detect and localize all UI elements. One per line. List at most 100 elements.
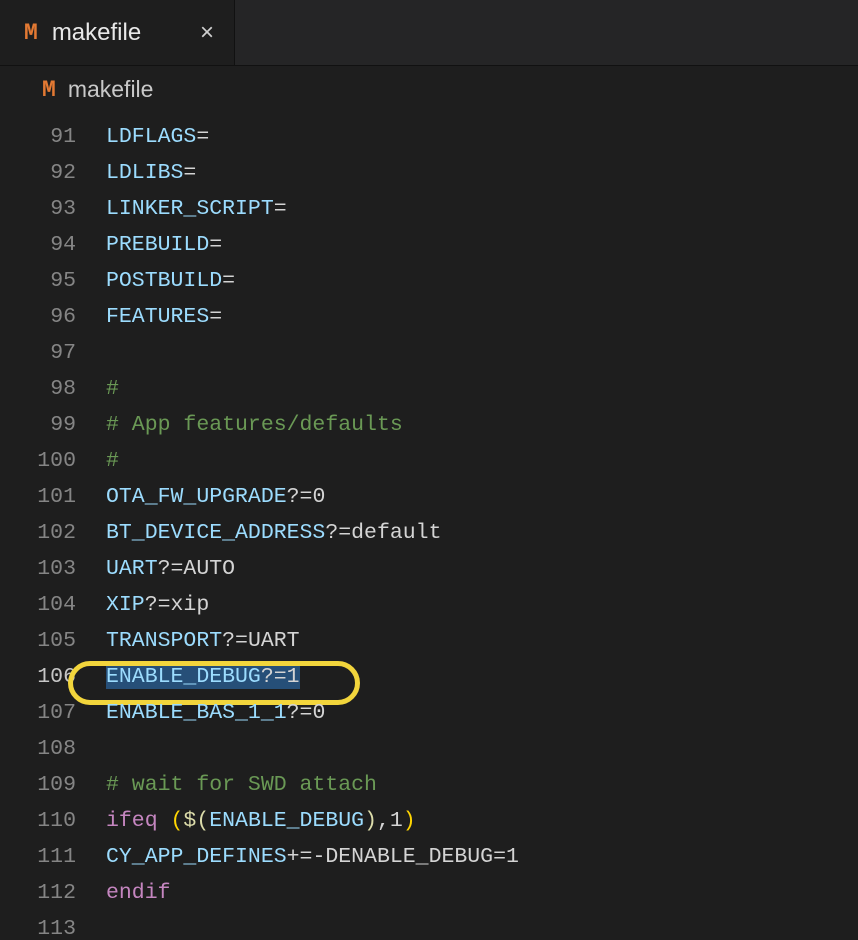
code-content[interactable]: ifeq ($(ENABLE_DEBUG),1): [106, 809, 416, 833]
token: CY_APP_DEFINES: [106, 845, 287, 869]
code-line[interactable]: 94PREBUILD=: [0, 227, 858, 263]
code-content[interactable]: BT_DEVICE_ADDRESS?=default: [106, 521, 441, 545]
token: endif: [106, 881, 171, 905]
code-content[interactable]: endif: [106, 881, 171, 905]
token: =: [209, 233, 222, 257]
code-line[interactable]: 100#: [0, 443, 858, 479]
makefile-icon: M: [42, 77, 56, 103]
code-line[interactable]: 101OTA_FW_UPGRADE?=0: [0, 479, 858, 515]
line-number: 97: [0, 341, 106, 365]
token: +=-DENABLE_DEBUG=1: [287, 845, 519, 869]
token: ?=: [145, 593, 171, 617]
code-content[interactable]: #: [106, 449, 119, 473]
line-number: 105: [0, 629, 106, 653]
code-line[interactable]: 113: [0, 911, 858, 940]
token: ENABLE_DEBUG: [209, 809, 364, 833]
code-content[interactable]: LINKER_SCRIPT=: [106, 197, 287, 221]
line-number: 102: [0, 521, 106, 545]
code-content[interactable]: # wait for SWD attach: [106, 773, 377, 797]
token: ?=: [287, 701, 313, 725]
code-line[interactable]: 102BT_DEVICE_ADDRESS?=default: [0, 515, 858, 551]
token: ?=: [158, 557, 184, 581]
code-content[interactable]: LDFLAGS=: [106, 125, 209, 149]
token: ENABLE_BAS_1_1: [106, 701, 287, 725]
line-number: 93: [0, 197, 106, 221]
code-content[interactable]: # App features/defaults: [106, 413, 403, 437]
code-content[interactable]: #: [106, 377, 119, 401]
code-editor[interactable]: 91LDFLAGS=92LDLIBS=93LINKER_SCRIPT=94PRE…: [0, 113, 858, 940]
code-content[interactable]: FEATURES=: [106, 305, 222, 329]
token: ): [364, 809, 377, 833]
makefile-icon: M: [24, 20, 38, 46]
code-content[interactable]: UART?=AUTO: [106, 557, 235, 581]
token: =: [222, 269, 235, 293]
line-number: 95: [0, 269, 106, 293]
token: LDFLAGS: [106, 125, 196, 149]
token: # wait for SWD attach: [106, 773, 377, 797]
breadcrumb[interactable]: M makefile: [0, 66, 858, 113]
token: (: [171, 809, 184, 833]
code-line[interactable]: 105TRANSPORT?=UART: [0, 623, 858, 659]
code-content[interactable]: POSTBUILD=: [106, 269, 235, 293]
line-number: 99: [0, 413, 106, 437]
code-line[interactable]: 108: [0, 731, 858, 767]
code-line[interactable]: 106ENABLE_DEBUG?=1: [0, 659, 858, 695]
token: ?=: [261, 665, 287, 689]
line-number: 104: [0, 593, 106, 617]
code-line[interactable]: 99# App features/defaults: [0, 407, 858, 443]
line-number: 96: [0, 305, 106, 329]
code-content[interactable]: PREBUILD=: [106, 233, 222, 257]
tab-makefile[interactable]: M makefile ×: [0, 0, 235, 65]
text-selection: ENABLE_DEBUG?=1: [106, 665, 300, 689]
token: ): [403, 809, 416, 833]
token: # App features/defaults: [106, 413, 403, 437]
code-line[interactable]: 96FEATURES=: [0, 299, 858, 335]
token: UART: [248, 629, 300, 653]
code-line[interactable]: 110ifeq ($(ENABLE_DEBUG),1): [0, 803, 858, 839]
close-icon[interactable]: ×: [196, 19, 218, 47]
token: =: [183, 161, 196, 185]
line-number: 100: [0, 449, 106, 473]
code-line[interactable]: 109# wait for SWD attach: [0, 767, 858, 803]
token: LDLIBS: [106, 161, 183, 185]
token: ?=: [287, 485, 313, 509]
line-number: 106: [0, 665, 106, 689]
code-line[interactable]: 91LDFLAGS=: [0, 119, 858, 155]
code-line[interactable]: 97: [0, 335, 858, 371]
code-content[interactable]: LDLIBS=: [106, 161, 196, 185]
token: ?=: [325, 521, 351, 545]
token: =: [209, 305, 222, 329]
token: POSTBUILD: [106, 269, 222, 293]
code-line[interactable]: 111CY_APP_DEFINES+=-DENABLE_DEBUG=1: [0, 839, 858, 875]
token: #: [106, 449, 119, 473]
code-line[interactable]: 98#: [0, 371, 858, 407]
token: ?=: [222, 629, 248, 653]
token: #: [106, 377, 119, 401]
token: =: [196, 125, 209, 149]
token: 1: [287, 665, 300, 689]
token: LINKER_SCRIPT: [106, 197, 274, 221]
token: ENABLE_DEBUG: [106, 665, 261, 689]
code-content[interactable]: ENABLE_BAS_1_1?=0: [106, 701, 325, 725]
token: $(: [183, 809, 209, 833]
token: BT_DEVICE_ADDRESS: [106, 521, 325, 545]
code-line[interactable]: 112endif: [0, 875, 858, 911]
code-content[interactable]: CY_APP_DEFINES+=-DENABLE_DEBUG=1: [106, 845, 519, 869]
token: AUTO: [183, 557, 235, 581]
token: XIP: [106, 593, 145, 617]
code-content[interactable]: XIP?=xip: [106, 593, 209, 617]
line-number: 112: [0, 881, 106, 905]
code-content[interactable]: ENABLE_DEBUG?=1: [106, 665, 300, 689]
code-content[interactable]: OTA_FW_UPGRADE?=0: [106, 485, 325, 509]
code-line[interactable]: 92LDLIBS=: [0, 155, 858, 191]
line-number: 98: [0, 377, 106, 401]
line-number: 103: [0, 557, 106, 581]
line-number: 94: [0, 233, 106, 257]
code-line[interactable]: 93LINKER_SCRIPT=: [0, 191, 858, 227]
code-line[interactable]: 107ENABLE_BAS_1_1?=0: [0, 695, 858, 731]
token: ,1: [377, 809, 403, 833]
code-content[interactable]: TRANSPORT?=UART: [106, 629, 300, 653]
code-line[interactable]: 95POSTBUILD=: [0, 263, 858, 299]
code-line[interactable]: 104XIP?=xip: [0, 587, 858, 623]
code-line[interactable]: 103UART?=AUTO: [0, 551, 858, 587]
